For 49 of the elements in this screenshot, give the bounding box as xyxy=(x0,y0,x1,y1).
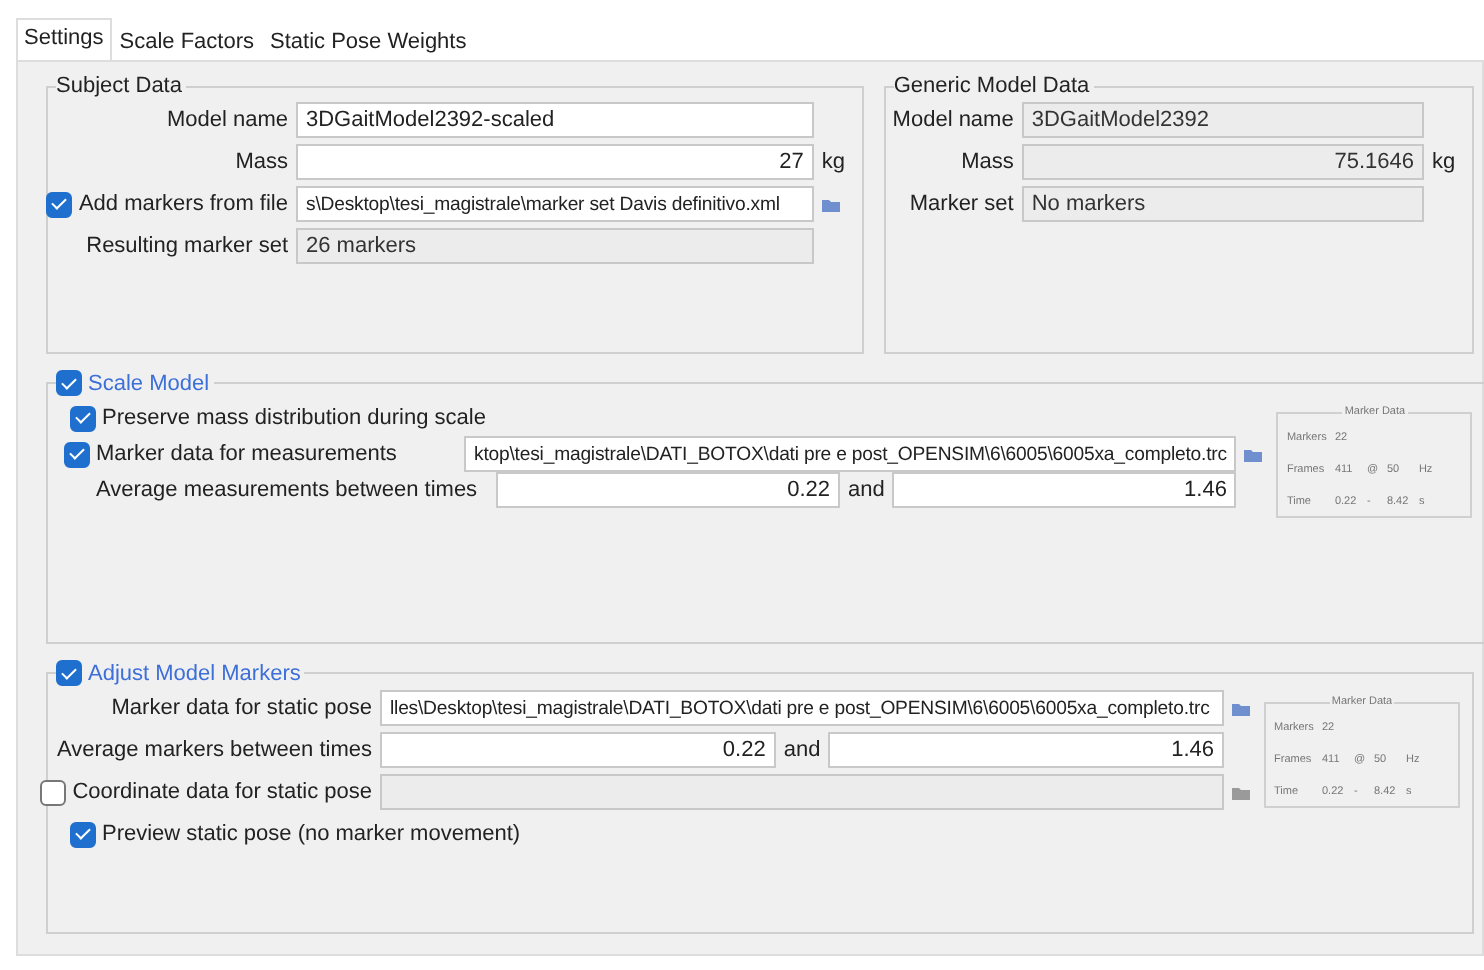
checkbox-label: Marker data for measurements xyxy=(96,442,397,466)
tab[interactable]: Settings xyxy=(16,18,112,60)
field-label: Resulting marker set xyxy=(86,234,288,258)
field-label: Marker data for static pose xyxy=(111,696,372,720)
input-field[interactable]: 1.46 xyxy=(828,732,1225,768)
checkbox[interactable] xyxy=(56,370,82,396)
input-field[interactable]: 0.22 xyxy=(380,732,776,768)
tab[interactable]: Scale Factors xyxy=(111,22,262,60)
checkbox[interactable] xyxy=(56,660,82,686)
folder-icon[interactable] xyxy=(1244,447,1263,461)
tab[interactable]: Static Pose Weights xyxy=(262,22,475,60)
file-path-field[interactable]: s\Desktop\tesi_magistrale\marker set Davis definitivo.xml xyxy=(296,186,814,222)
field-label: Mass xyxy=(235,150,288,174)
checkbox[interactable] xyxy=(40,779,67,805)
folder-icon[interactable] xyxy=(821,197,840,211)
readonly-field: 26 markers xyxy=(296,228,814,264)
group-title: Scale Model xyxy=(88,371,210,395)
file-path-field[interactable]: lles\Desktop\tesi_magistrale\DATI_BOTOX\dati pre e post_OPENSIM\6\6005\6005xa_completo.trc xyxy=(380,690,1224,726)
checkbox[interactable] xyxy=(70,405,96,431)
field-label: Mass xyxy=(961,150,1014,174)
folder-icon[interactable] xyxy=(1232,701,1250,715)
unit-label: kg xyxy=(1432,150,1456,174)
checkbox-label: Preview static pose (no marker movement) xyxy=(102,822,521,846)
file-path-field[interactable] xyxy=(380,774,1224,810)
checkbox-label: Coordinate data for static pose xyxy=(72,780,372,804)
field-label: Model name xyxy=(892,108,1014,132)
file-path-field[interactable]: ktop\tesi_magistrale\DATI_BOTOX\dati pre e post_OPENSIM\6\6005\6005xa_completo.trc xyxy=(464,436,1237,472)
input-field[interactable]: 1.46 xyxy=(892,472,1237,508)
checkbox[interactable] xyxy=(46,191,73,217)
checkbox-label: Add markers from file xyxy=(78,192,288,216)
input-field[interactable]: 0.22 xyxy=(496,472,841,508)
checkbox-label: Preserve mass distribution during scale xyxy=(102,406,486,430)
group-title: Subject Data xyxy=(56,74,182,98)
group-title: Adjust Model Markers xyxy=(88,661,301,685)
input-field[interactable]: 3DGaitModel2392-scaled xyxy=(296,102,814,138)
field-label: Average measurements between times xyxy=(96,478,478,502)
group-title: Generic Model Data xyxy=(893,74,1090,98)
readonly-field: No markers xyxy=(1021,186,1424,222)
checkbox[interactable] xyxy=(70,821,96,847)
input-field[interactable]: 27 xyxy=(296,144,814,180)
readonly-field: 75.1646 xyxy=(1021,144,1424,180)
checkbox[interactable] xyxy=(64,441,90,467)
field-label: Marker set xyxy=(909,192,1014,216)
field-label: Model name xyxy=(166,108,288,132)
readonly-field: 3DGaitModel2392 xyxy=(1021,102,1424,138)
field-label: Average markers between times xyxy=(56,738,372,762)
and-label: and xyxy=(783,738,821,762)
and-label: and xyxy=(848,478,885,502)
unit-label: kg xyxy=(821,150,845,174)
